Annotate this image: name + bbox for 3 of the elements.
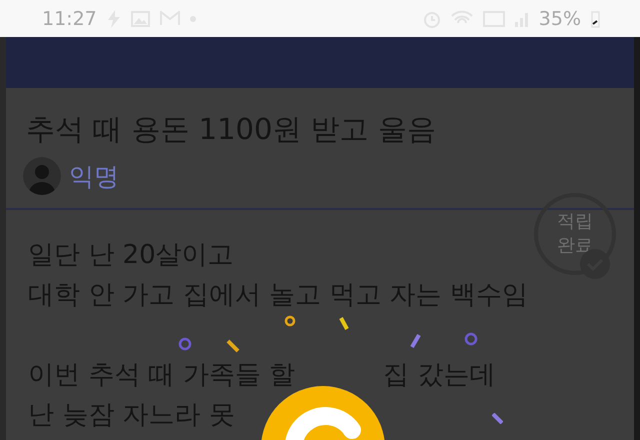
clock-time: 11:27 xyxy=(42,8,97,30)
author-name: 익명 xyxy=(69,160,119,192)
battery-percent: 35% xyxy=(538,8,581,30)
